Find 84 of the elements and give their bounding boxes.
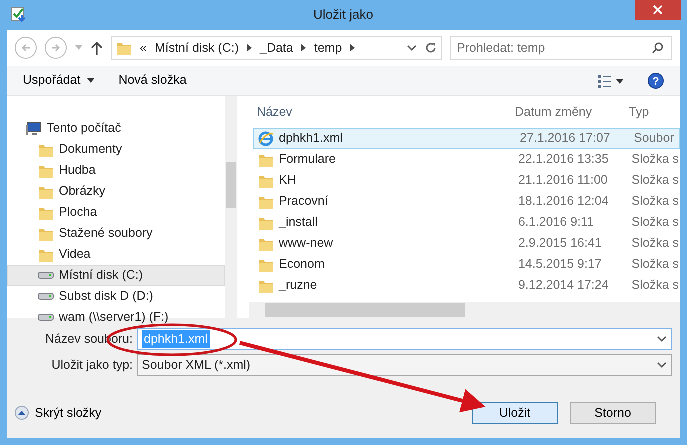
cancel-button[interactable]: Storno [570, 402, 656, 424]
file-type: Soubor [633, 130, 676, 148]
file-row[interactable]: Pracovní 18.1.2016 12:04 Složka s [253, 191, 680, 212]
file-name: _ruzne [279, 277, 318, 294]
column-header[interactable]: Typ [625, 102, 680, 122]
file-name: www-new [279, 235, 334, 252]
sidebar-item[interactable]: Subst disk D (D:) [7, 286, 225, 307]
search-icon[interactable] [652, 42, 664, 54]
caret-icon [86, 78, 95, 83]
window-title: Uložit jako [314, 6, 374, 24]
column-header[interactable]: Název [249, 102, 507, 122]
sidebar-item[interactable]: Hudba [7, 160, 225, 181]
breadcrumb-item[interactable]: Místní disk (C:) [154, 38, 239, 58]
file-row[interactable]: KH 21.1.2016 11:00 Složka s [253, 170, 680, 191]
sidebar-item[interactable]: Dokumenty [7, 139, 225, 160]
file-date: 18.1.2016 12:04 [517, 193, 610, 210]
drive-icon [38, 293, 54, 300]
sidebar-item[interactable]: Tento počítač [7, 118, 225, 139]
breadcrumb-item[interactable]: _Data [260, 38, 294, 58]
file-type: Složka s [630, 214, 679, 232]
sidebar-item[interactable]: Videa [7, 244, 225, 265]
file-name: Pracovní [279, 193, 328, 210]
forward-arrow-icon [51, 43, 61, 53]
chevron-down-icon [657, 336, 667, 342]
file-row[interactable]: Formulare 22.1.2016 13:35 Složka s [253, 149, 680, 170]
sidebar-item[interactable]: Stažené soubory [7, 223, 225, 244]
file-type: Složka s [630, 193, 679, 210]
breadcrumb-overflow[interactable]: « [140, 38, 147, 58]
organize-button[interactable]: Uspořádat [23, 71, 95, 90]
file-type: Složka s [630, 151, 679, 168]
file-date: 27.1.2016 17:07 [519, 130, 612, 148]
file-row[interactable]: _install 6.1.2016 9:11 Složka s [253, 212, 680, 233]
folder-icon [116, 40, 132, 56]
file-row[interactable]: Econom 14.5.2015 9:17 Složka s [253, 254, 680, 275]
file-type: Složka s [630, 172, 679, 190]
file-date: 6.1.2016 9:11 [517, 214, 595, 232]
save-button[interactable]: Uložit [472, 402, 558, 424]
refresh-icon[interactable] [425, 42, 437, 54]
sidebar-item[interactable]: Plocha [7, 202, 225, 223]
app-save-icon [10, 5, 28, 23]
file-type: Složka s [630, 277, 679, 294]
file-name: KH [279, 172, 296, 190]
column-header[interactable]: Datum změny [507, 102, 625, 122]
file-date: 21.1.2016 11:00 [517, 172, 609, 190]
computer-icon [26, 120, 42, 136]
back-arrow-icon [21, 43, 31, 53]
sidebar-item[interactable]: Místní disk (C:) [7, 265, 225, 286]
breadcrumb-item[interactable]: temp [314, 38, 342, 58]
file-name: Formulare [279, 151, 336, 168]
chevron-right-icon[interactable] [247, 44, 252, 52]
chevron-right-icon[interactable] [350, 44, 356, 52]
file-name: dphkh1.xml [279, 130, 343, 148]
file-date: 14.5.2015 9:17 [517, 256, 603, 274]
chevron-down-icon [657, 362, 667, 368]
file-type-dropdown[interactable]: Soubor XML (*.xml) [137, 354, 672, 376]
new-folder-button[interactable]: Nová složka [118, 71, 187, 90]
file-name: Econom [279, 256, 325, 274]
field-label: Uložit jako typ: [50, 356, 133, 374]
chevron-down-icon[interactable] [407, 45, 417, 51]
file-type: Složka s [630, 235, 679, 252]
chevron-right-icon[interactable] [301, 44, 306, 52]
scrollbar[interactable] [249, 302, 680, 318]
help-button[interactable]: ? [648, 72, 664, 88]
file-row[interactable]: www-new 2.9.2015 16:41 Složka s [253, 233, 680, 254]
close-button[interactable] [635, 0, 681, 20]
file-name: _install [279, 214, 318, 232]
file-date: 9.12.2014 17:24 [517, 277, 610, 294]
sidebar-item[interactable]: wam (\\server1) (F:) [7, 307, 225, 328]
close-icon [653, 5, 663, 15]
file-date: 2.9.2015 16:41 [517, 235, 603, 252]
sidebar-item[interactable]: Obrázky [7, 181, 225, 202]
browser-document-icon [258, 130, 274, 146]
drive-icon [38, 272, 54, 279]
file-row[interactable]: _ruzne 9.12.2014 17:24 Složka s [253, 275, 680, 296]
up-arrow-icon[interactable] [91, 41, 103, 55]
view-options-icon[interactable] [598, 74, 624, 88]
collapse-icon [15, 406, 29, 420]
file-type: Složka s [630, 256, 679, 274]
file-date: 22.1.2016 13:35 [517, 151, 610, 168]
drive-icon [38, 314, 54, 321]
file-row[interactable]: dphkh1.xml 27.1.2016 17:07 Soubor [253, 128, 680, 149]
search-field[interactable]: Prohledat: temp [450, 36, 672, 60]
scrollbar[interactable] [225, 96, 237, 318]
hide-folders-button[interactable]: Skrýt složky [15, 404, 102, 422]
